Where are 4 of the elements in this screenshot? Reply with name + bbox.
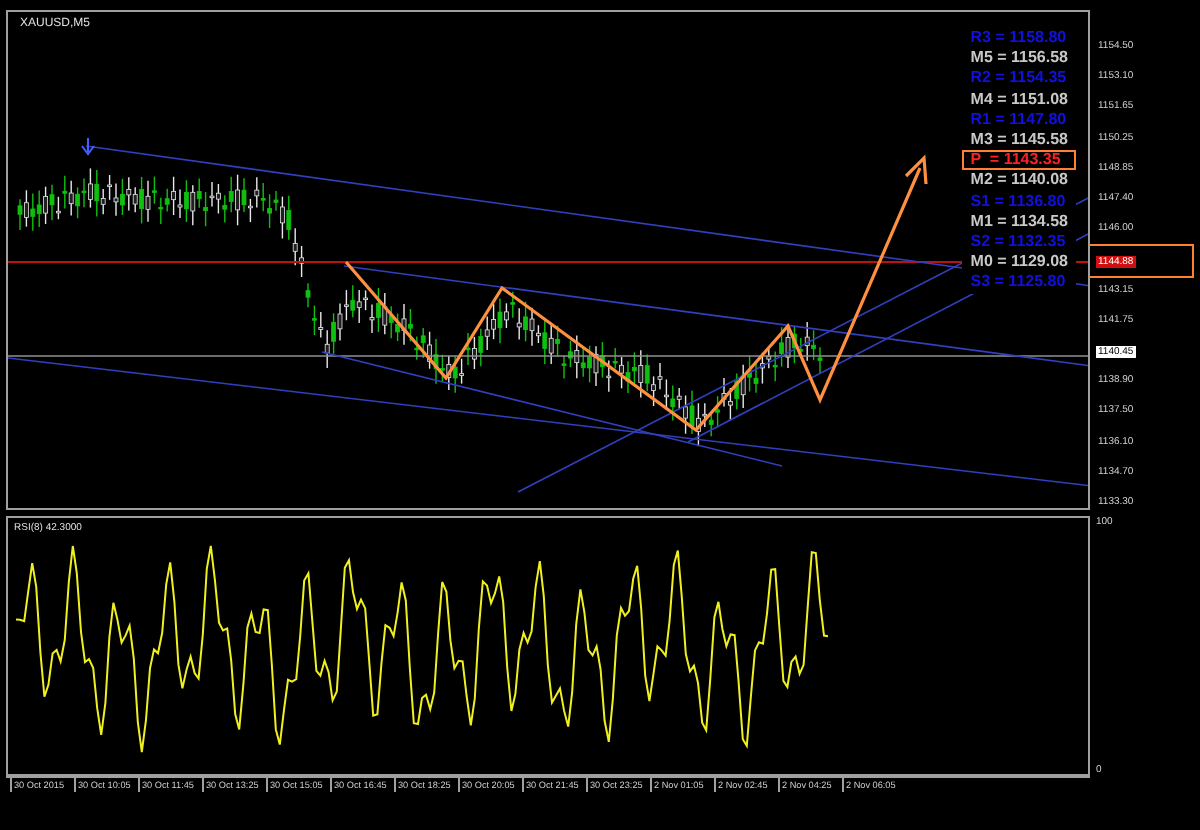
pivot-level-label: M0 = 1129.08: [962, 252, 1076, 273]
pivot-level-label: P = 1143.35: [962, 150, 1076, 171]
arrow-icon: [81, 137, 95, 156]
highlight-frame: [1090, 244, 1194, 278]
